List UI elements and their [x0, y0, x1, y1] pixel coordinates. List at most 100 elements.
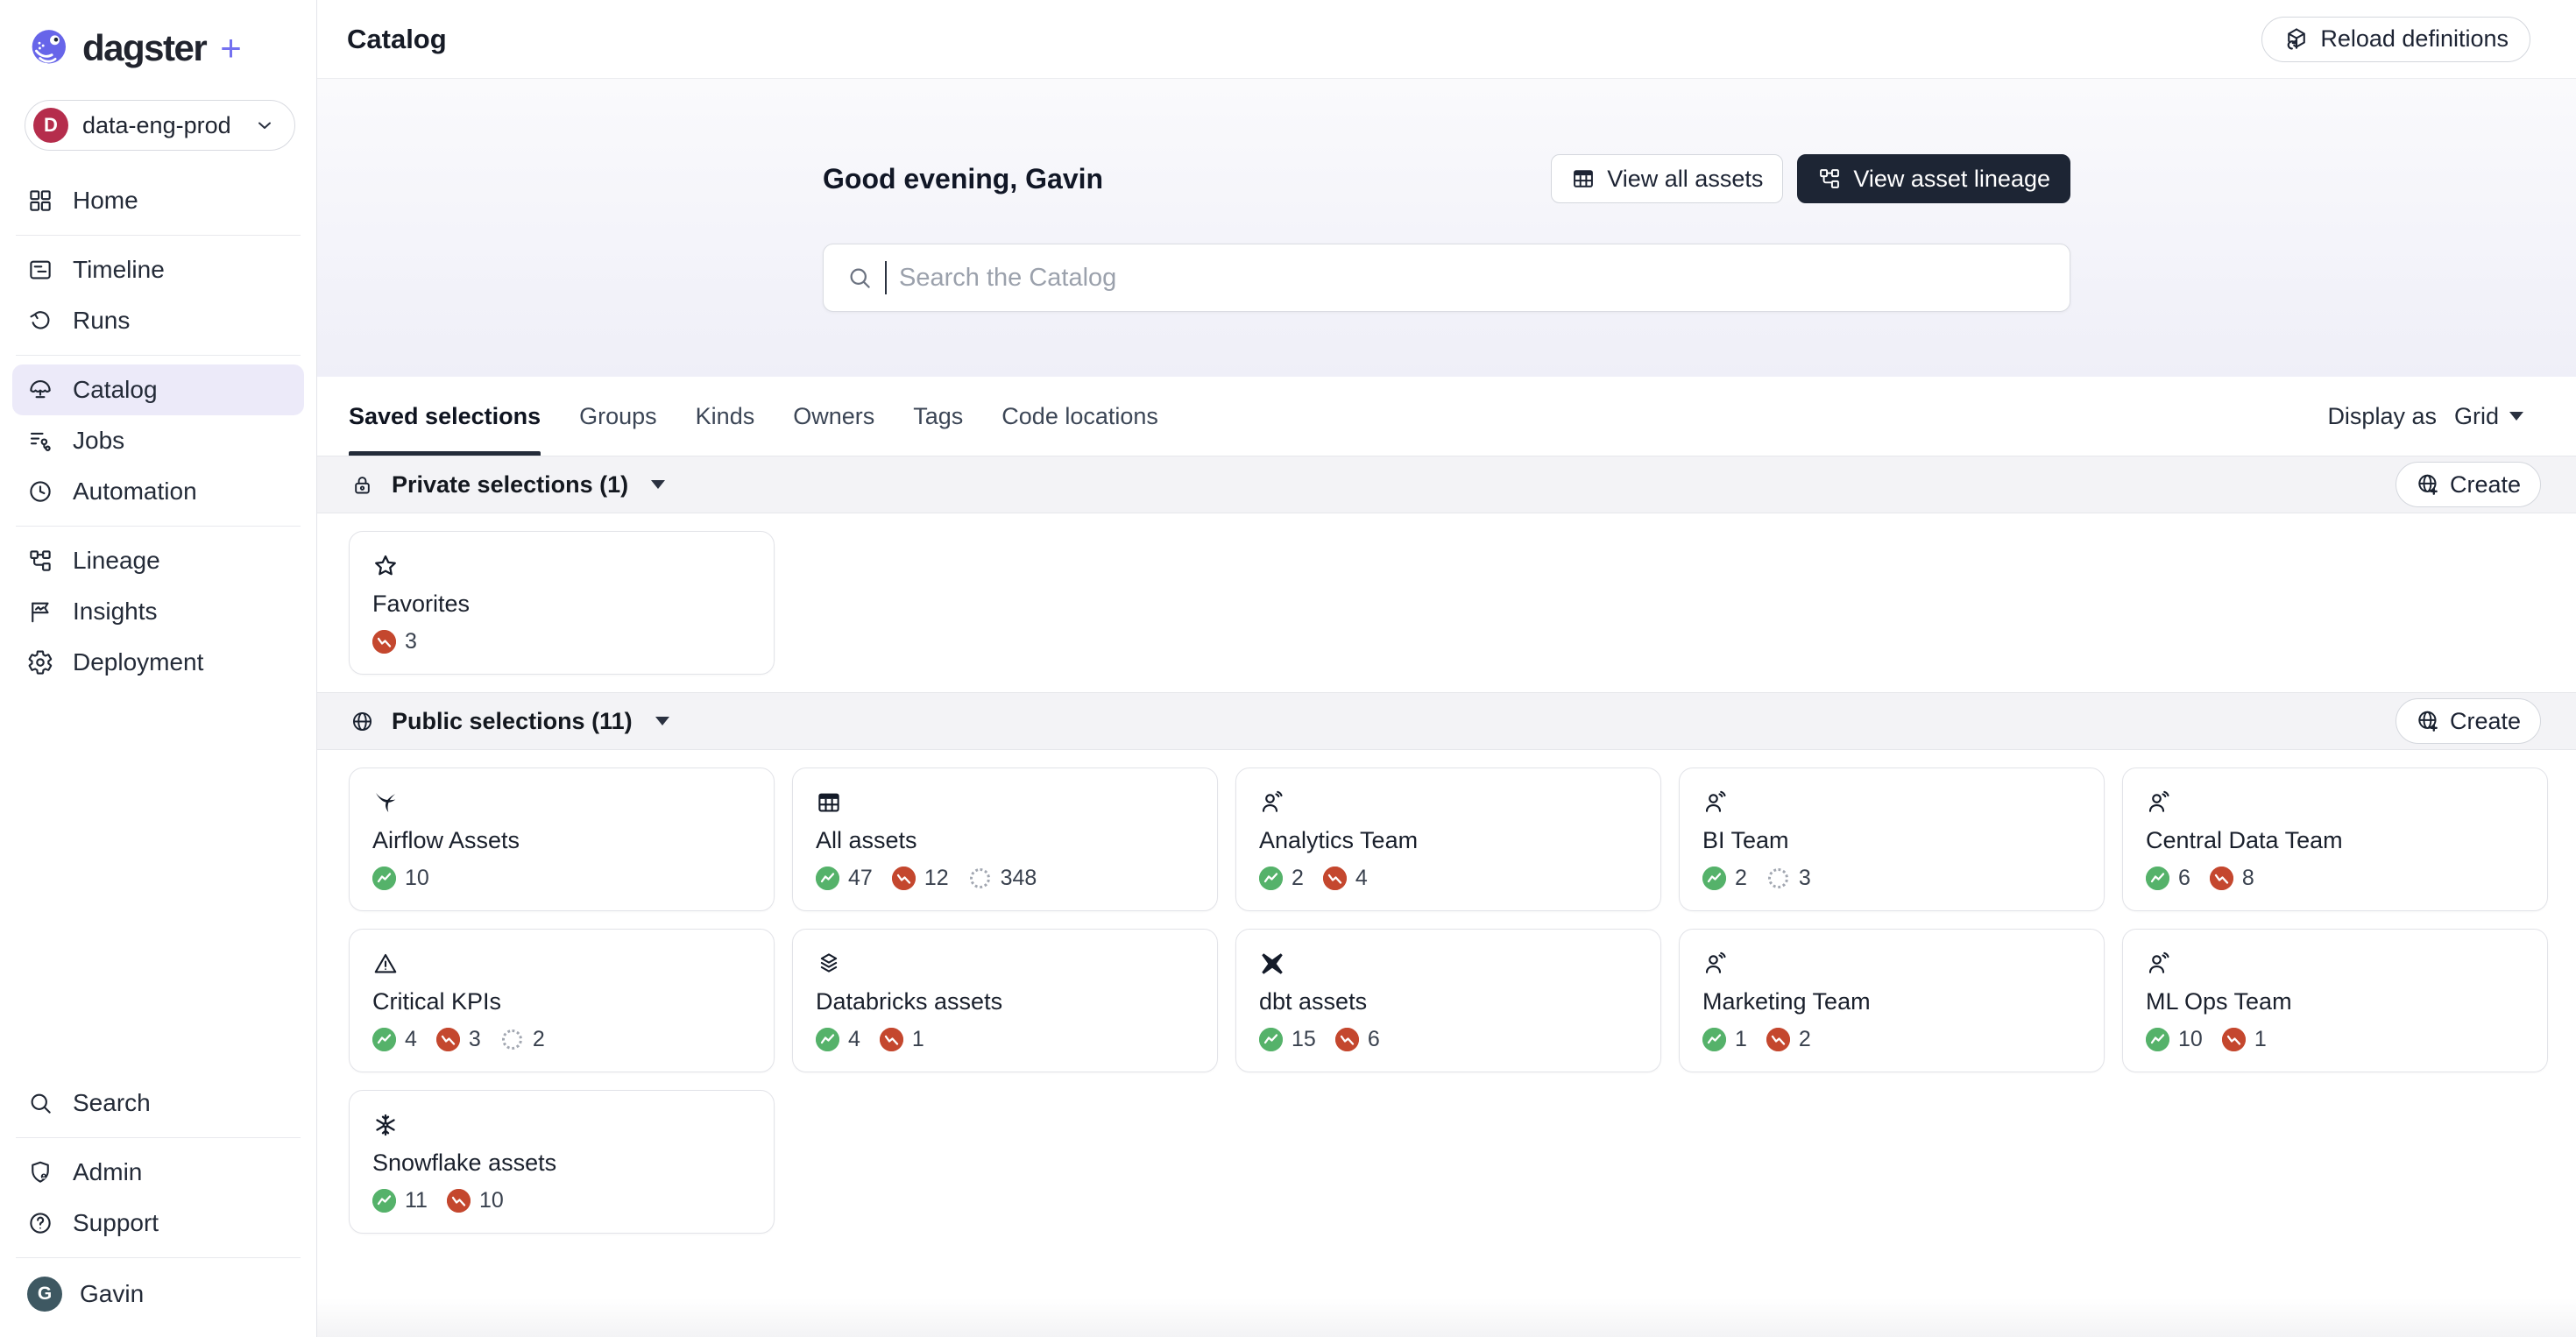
table-icon	[816, 789, 842, 816]
section-title: Public selections (11)	[392, 707, 633, 734]
grid-icon	[27, 187, 53, 214]
stat-value: 348	[1000, 866, 1037, 890]
stat-value: 6	[2178, 866, 2190, 890]
chevron-down-icon	[254, 115, 275, 136]
selection-card-dbt-assets[interactable]: dbt assets 15 6	[1235, 929, 1661, 1072]
selection-card-bi-team[interactable]: BI Team 2 3	[1679, 768, 2105, 911]
tab-saved-selections[interactable]: Saved selections	[349, 377, 541, 456]
public-selections-grid: Airflow Assets 10 All assets 47 12 348 Analyti…	[317, 750, 2576, 1251]
public-selections-toggle[interactable]: Public selections (11)	[350, 708, 669, 735]
success-status-icon	[372, 1189, 396, 1213]
view-all-assets-button[interactable]: View all assets	[1551, 154, 1784, 203]
selection-card-critical-kpis[interactable]: Critical KPIs 4 3 2	[349, 929, 775, 1072]
card-title: Favorites	[372, 591, 471, 617]
chevron-down-icon	[655, 717, 669, 725]
catalog-tabs: Saved selections Groups Kinds Owners Tags Cod…	[349, 377, 1158, 456]
nav-item-label: Runs	[73, 307, 131, 334]
success-status-icon	[372, 1028, 396, 1051]
runs-icon	[27, 308, 53, 334]
sidebar-item-catalog[interactable]: Catalog	[12, 364, 304, 415]
stat-success: 2	[1259, 866, 1304, 891]
selection-card-snowflake-assets[interactable]: Snowflake assets 11 10	[349, 1090, 775, 1234]
sidebar-item-timeline[interactable]: Timeline	[12, 244, 304, 295]
sidebar-item-automation[interactable]: Automation	[12, 466, 304, 517]
tab-owners[interactable]: Owners	[793, 377, 874, 456]
failed-status-icon	[2209, 867, 2233, 890]
globe-plus-icon	[2416, 472, 2440, 497]
users-icon	[1702, 951, 1729, 977]
selection-card-all-assets[interactable]: All assets 47 12 348	[792, 768, 1218, 911]
catalog-search[interactable]	[823, 244, 2070, 312]
deployment-name: data-eng-prod	[82, 111, 231, 138]
tab-kinds[interactable]: Kinds	[696, 377, 755, 456]
layers-icon	[816, 951, 842, 977]
selection-card-analytics-team[interactable]: Analytics Team 2 4	[1235, 768, 1661, 911]
tab-code-locations[interactable]: Code locations	[1001, 377, 1158, 456]
jobs-icon	[27, 428, 53, 454]
main-content: Catalog Reload definitions Good evening,…	[317, 0, 2576, 1337]
stat-value: 12	[924, 866, 949, 890]
private-selections-toggle[interactable]: Private selections (1)	[350, 471, 666, 499]
success-status-icon	[1259, 1028, 1283, 1051]
reload-definitions-button[interactable]: Reload definitions	[2261, 16, 2530, 62]
nav-item-label: Insights	[73, 598, 158, 625]
star-icon	[372, 553, 399, 579]
selections-sections: Private selections (1) Create Favorites 3 Pu…	[317, 456, 2576, 1251]
card-stats: 41	[816, 1027, 1194, 1052]
stat-success: 4	[816, 1027, 860, 1052]
sidebar-footer-nav: Search Admin Support	[12, 1078, 304, 1249]
airflow-icon	[372, 789, 399, 816]
sidebar-item-insights[interactable]: Insights	[12, 586, 304, 637]
page-filler	[317, 1251, 2576, 1337]
public-create-button[interactable]: Create	[2395, 698, 2541, 744]
selection-card-marketing-team[interactable]: Marketing Team 1 2	[1679, 929, 2105, 1072]
sidebar: dagster + D data-eng-prod Home Timeline Ru…	[0, 0, 317, 1337]
stat-pending: 2	[500, 1027, 545, 1052]
stat-value: 1	[1735, 1027, 1747, 1051]
sidebar-item-deployment[interactable]: Deployment	[12, 637, 304, 688]
user-menu[interactable]: G Gavin	[12, 1267, 304, 1321]
card-title: Marketing Team	[1702, 988, 1871, 1015]
create-button-label: Create	[2449, 470, 2521, 498]
private-selections-header: Private selections (1) Create	[317, 456, 2576, 513]
divider	[16, 526, 301, 527]
failed-status-icon	[446, 1189, 471, 1213]
stat-value: 2	[532, 1027, 545, 1051]
sidebar-item-lineage[interactable]: Lineage	[12, 535, 304, 586]
nav-item-label: Search	[73, 1089, 151, 1116]
tab-tags[interactable]: Tags	[913, 377, 963, 456]
stat-value: 2	[1292, 866, 1304, 890]
selection-card-central-data-team[interactable]: Central Data Team 6 8	[2122, 768, 2548, 911]
stat-value: 6	[1367, 1027, 1380, 1051]
success-status-icon	[1702, 867, 1726, 890]
private-selections-grid: Favorites 3	[317, 513, 2576, 692]
success-status-icon	[1702, 1028, 1726, 1051]
divider	[16, 1257, 301, 1258]
selection-card-favorites[interactable]: Favorites 3	[349, 531, 775, 675]
success-status-icon	[2146, 1028, 2169, 1051]
deployment-selector[interactable]: D data-eng-prod	[25, 100, 295, 151]
user-name: Gavin	[80, 1280, 145, 1307]
display-as-dropdown[interactable]: Grid	[2454, 403, 2523, 430]
stat-success: 2	[1702, 866, 1747, 891]
sidebar-footer: Search Admin Support G Gavin	[0, 1078, 316, 1337]
tab-groups[interactable]: Groups	[579, 377, 657, 456]
sidebar-item-home[interactable]: Home	[12, 175, 304, 226]
private-create-button[interactable]: Create	[2395, 462, 2541, 507]
selection-card-ml-ops-team[interactable]: ML Ops Team 10 1	[2122, 929, 2548, 1072]
catalog-search-input[interactable]	[899, 263, 2047, 293]
nav-item-label: Lineage	[73, 547, 160, 574]
sidebar-item-search[interactable]: Search	[12, 1078, 304, 1128]
sidebar-item-admin[interactable]: Admin	[12, 1147, 304, 1198]
display-as-label: Display as	[2327, 402, 2437, 429]
sidebar-item-support[interactable]: Support	[12, 1198, 304, 1249]
nav-item-label: Deployment	[73, 648, 204, 676]
sidebar-item-jobs[interactable]: Jobs	[12, 415, 304, 466]
dagster-logo[interactable]: dagster +	[0, 0, 316, 70]
view-asset-lineage-button[interactable]: View asset lineage	[1797, 154, 2070, 203]
dagster-octopus-icon	[26, 26, 70, 70]
selection-card-databricks-assets[interactable]: Databricks assets 4 1	[792, 929, 1218, 1072]
card-stats: 10 1	[2146, 1027, 2524, 1052]
sidebar-item-runs[interactable]: Runs	[12, 295, 304, 346]
selection-card-airflow-assets[interactable]: Airflow Assets 10	[349, 768, 775, 911]
